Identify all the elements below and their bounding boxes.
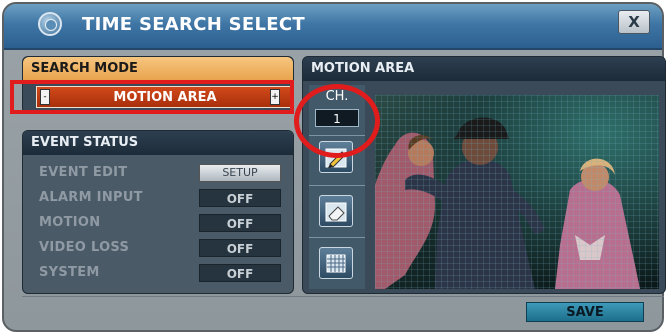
divider: [309, 237, 365, 238]
system-value[interactable]: OFF: [199, 264, 281, 282]
event-status-header: EVENT STATUS: [23, 131, 293, 155]
highlight-circle: [294, 84, 380, 158]
grid-icon: [326, 254, 346, 273]
video-loss-value[interactable]: OFF: [199, 239, 281, 257]
motion-grid-overlay: [375, 95, 659, 289]
divider: [22, 296, 664, 297]
motion-label: MOTION: [39, 215, 101, 230]
event-row-video-loss: VIDEO LOSS OFF: [39, 238, 289, 258]
title-bar: TIME SEARCH SELECT X: [4, 4, 662, 50]
eraser-tool-button[interactable]: [319, 195, 353, 227]
motion-value[interactable]: OFF: [199, 214, 281, 232]
eraser-icon: [325, 202, 347, 222]
event-edit-label: EVENT EDIT: [39, 165, 128, 180]
save-button[interactable]: SAVE: [526, 302, 644, 322]
close-button[interactable]: X: [618, 10, 650, 34]
event-row-system: SYSTEM OFF: [39, 263, 289, 283]
divider: [309, 185, 365, 186]
motion-area-header: MOTION AREA: [303, 57, 665, 81]
highlight-rectangle: [10, 80, 294, 114]
event-row-alarm-input: ALARM INPUT OFF: [39, 188, 289, 208]
event-row-motion: MOTION OFF: [39, 213, 289, 233]
motion-video-preview[interactable]: [375, 95, 659, 289]
grid-tool-button[interactable]: [319, 247, 353, 279]
setup-button[interactable]: SETUP: [199, 164, 281, 182]
window-title: TIME SEARCH SELECT: [82, 14, 305, 35]
video-loss-label: VIDEO LOSS: [39, 240, 130, 255]
system-label: SYSTEM: [39, 265, 100, 280]
event-row-event-edit: EVENT EDIT SETUP: [39, 163, 289, 183]
alarm-input-label: ALARM INPUT: [39, 190, 143, 205]
search-mode-header: SEARCH MODE: [23, 57, 293, 81]
event-status-panel: EVENT STATUS EVENT EDIT SETUP ALARM INPU…: [22, 130, 294, 294]
alarm-input-value[interactable]: OFF: [199, 189, 281, 207]
disc-icon: [38, 12, 62, 36]
